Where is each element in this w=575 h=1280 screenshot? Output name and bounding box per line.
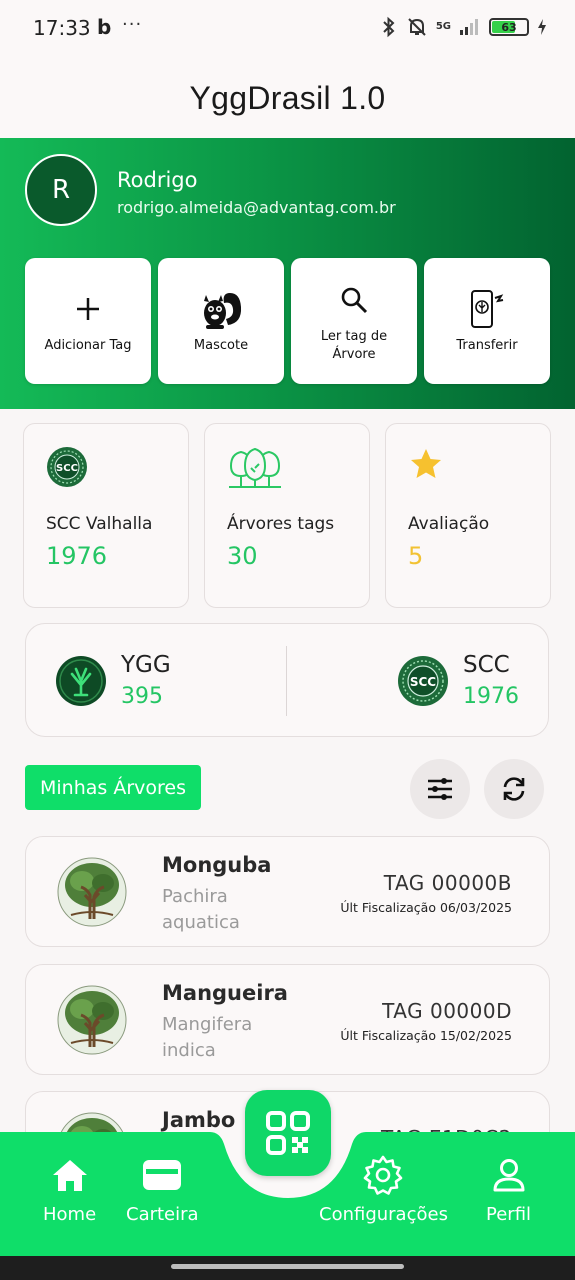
stat-label-rating: Avaliação (408, 514, 490, 534)
plus-icon (73, 287, 103, 331)
search-icon (339, 278, 369, 322)
tree-inspection-date: Últ Fiscalização 06/03/2025 (340, 900, 512, 915)
filter-button[interactable] (410, 759, 470, 819)
stat-value-scc: 1976 (46, 542, 108, 570)
bluetooth-icon (383, 16, 395, 38)
tree-name: Monguba (162, 853, 272, 877)
nav-wallet-label: Carteira (126, 1204, 199, 1225)
profile-banner: R Rodrigo rodrigo.almeida@advantag.com.b… (0, 138, 575, 409)
nav-wallet[interactable]: Carteira (126, 1154, 199, 1225)
status-time: 17:33 (33, 16, 91, 40)
tree-list-item[interactable]: Monguba Pachira aquatica TAG 00000B Últ … (25, 836, 550, 947)
user-email: rodrigo.almeida@advantag.com.br (117, 198, 396, 217)
coin-scc[interactable]: SCC SCC 1976 (397, 652, 519, 709)
wallet-icon (142, 1154, 182, 1196)
quick-actions: Adicionar Tag Mascote Ler tag de Árvore … (25, 258, 550, 384)
home-indicator[interactable] (171, 1264, 404, 1269)
tree-tag: TAG 00000B (383, 871, 512, 895)
page-title: YggDrasil 1.0 (189, 79, 386, 116)
scc-coin-icon: SCC (398, 655, 448, 706)
status-icons: 5G 63 (380, 16, 547, 38)
nav-home-label: Home (43, 1204, 97, 1225)
ygg-coin-icon (56, 655, 106, 706)
stats-row: SCC SCC Valhalla 1976 Árvores tags 30 Av… (23, 423, 551, 608)
gear-icon (363, 1154, 403, 1196)
stat-label-scc: SCC Valhalla (46, 514, 153, 534)
avatar-initial: R (51, 175, 71, 205)
add-tag-label: Adicionar Tag (44, 338, 132, 353)
coin-name-scc: SCC (463, 652, 510, 678)
charging-icon (538, 19, 546, 35)
stat-value-rating: 5 (408, 542, 424, 570)
user-icon (491, 1154, 527, 1196)
qr-code-icon (266, 1111, 310, 1155)
avatar[interactable]: R (25, 154, 97, 226)
phone-transfer-icon (467, 287, 507, 331)
nav-home[interactable]: Home (43, 1154, 96, 1225)
stat-card-trees[interactable]: Árvores tags 30 (204, 423, 370, 608)
stat-card-rating[interactable]: Avaliação 5 (385, 423, 551, 608)
app-header: YggDrasil 1.0 (0, 58, 575, 138)
more-notifications-icon: ··· (122, 14, 143, 35)
tree-name: Jambo (162, 1108, 236, 1132)
trees-icon (227, 446, 283, 494)
mascot-button[interactable]: Mascote (158, 258, 284, 384)
user-name: Rodrigo (117, 168, 198, 192)
coin-value-ygg: 395 (121, 684, 163, 709)
tree-icon (57, 985, 127, 1055)
tree-icon (57, 857, 127, 927)
refresh-button[interactable] (484, 759, 544, 819)
add-tag-button[interactable]: Adicionar Tag (25, 258, 151, 384)
nav-profile-label: Perfil (486, 1204, 532, 1225)
tree-name: Mangueira (162, 981, 288, 1005)
sliders-icon (428, 778, 452, 800)
stat-card-scc[interactable]: SCC SCC Valhalla 1976 (23, 423, 189, 608)
read-tree-tag-button[interactable]: Ler tag de Árvore (291, 258, 417, 384)
svg-text:SCC: SCC (56, 463, 78, 474)
coin-ygg[interactable]: YGG 395 (55, 652, 171, 709)
transfer-label: Transferir (456, 338, 518, 353)
nav-settings-label: Configurações (319, 1204, 448, 1225)
bell-muted-icon (408, 18, 426, 36)
coin-divider (286, 646, 287, 716)
transfer-button[interactable]: Transferir (424, 258, 550, 384)
battery-icon: 63 (489, 18, 529, 36)
stat-label-trees: Árvores tags (227, 514, 335, 534)
scc-coin-icon: SCC (46, 446, 88, 492)
read-tree-tag-label: Ler tag de Árvore (320, 329, 388, 362)
refresh-icon (503, 777, 525, 801)
svg-text:SCC: SCC (410, 675, 436, 689)
tree-tag: TAG 00000D (382, 999, 512, 1023)
bing-icon: b (97, 15, 112, 39)
battery-level: 63 (501, 20, 517, 34)
status-bar: 17:33 b ··· 5G 63 (0, 0, 575, 58)
stat-value-trees: 30 (227, 542, 258, 570)
tree-list-item[interactable]: Mangueira Mangifera indica TAG 00000D Úl… (25, 964, 550, 1075)
my-trees-button[interactable]: Minhas Árvores (25, 765, 201, 810)
signal-icon (460, 19, 478, 35)
qr-scan-button[interactable] (245, 1090, 331, 1176)
coin-name-ygg: YGG (121, 652, 171, 678)
coins-card: YGG 395 SCC SCC 1976 (25, 623, 549, 737)
coin-value-scc: 1976 (463, 684, 519, 709)
network-label: 5G (435, 21, 451, 32)
mascot-label: Mascote (193, 338, 249, 353)
nav-settings[interactable]: Configurações (319, 1154, 448, 1225)
home-icon (51, 1154, 89, 1196)
nav-profile[interactable]: Perfil (486, 1154, 531, 1225)
tree-scientific-name: Mangifera indica (162, 1014, 253, 1061)
star-icon (408, 446, 444, 486)
tree-inspection-date: Últ Fiscalização 15/02/2025 (340, 1028, 512, 1043)
squirrel-icon (198, 287, 244, 331)
tree-scientific-name: Pachira aquatica (162, 886, 240, 933)
